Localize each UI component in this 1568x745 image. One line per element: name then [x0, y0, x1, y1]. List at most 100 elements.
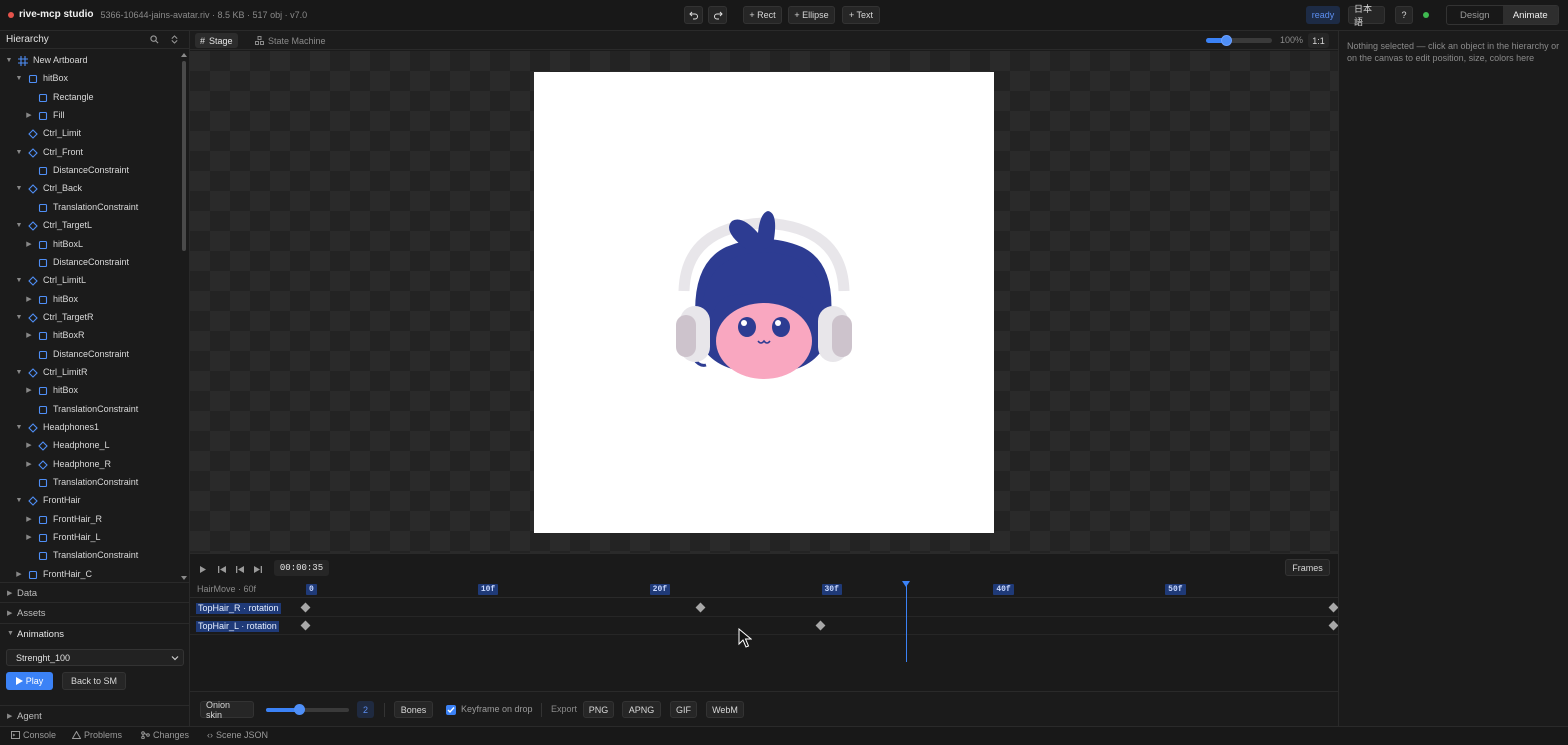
keyframe-diamond[interactable]	[1328, 620, 1338, 631]
chevron-down-icon[interactable]: ▼	[15, 424, 23, 432]
keyframe-diamond[interactable]	[300, 620, 310, 631]
chevron-down-icon[interactable]: ▼	[15, 149, 23, 157]
chevron-right-icon[interactable]: ▶	[25, 442, 33, 450]
tree-item[interactable]: ▼ Ctrl_LimitR	[0, 364, 178, 382]
tree-item[interactable]: ▶ FrontHair_R	[0, 511, 178, 529]
search-icon[interactable]	[150, 35, 159, 44]
playhead-line[interactable]	[906, 584, 908, 662]
tree-item[interactable]: ▶ FrontHair_C	[0, 566, 178, 582]
tree-item[interactable]: DistanceConstraint	[0, 162, 178, 180]
collapse-all-icon[interactable]	[170, 35, 179, 44]
tree-item[interactable]: ▶ Headphone_L	[0, 437, 178, 455]
track-label[interactable]: TopHair_R · rotation	[196, 603, 281, 614]
artboard[interactable]	[534, 72, 994, 533]
zoom-reset-button[interactable]: 1:1	[1308, 33, 1329, 48]
tree-item[interactable]: Ctrl_Limit	[0, 125, 178, 143]
tree-item[interactable]: ▼ Headphones1	[0, 419, 178, 437]
go-to-end-button[interactable]	[251, 562, 265, 576]
chevron-down-icon[interactable]: ▼	[15, 497, 23, 505]
timecode[interactable]: 00:00:35	[274, 560, 329, 576]
console-tab[interactable]: Console	[11, 730, 56, 740]
chevron-right-icon[interactable]: ▶	[25, 387, 33, 395]
scroll-down-icon[interactable]	[181, 576, 187, 581]
chevron-down-icon[interactable]: ▼	[15, 185, 23, 193]
tree-item[interactable]: TranslationConstraint	[0, 401, 178, 419]
scroll-up-icon[interactable]	[181, 52, 187, 57]
play-button[interactable]: Play	[6, 672, 53, 690]
keyframe-diamond[interactable]	[695, 602, 706, 613]
back-to-sm-button[interactable]: Back to SM	[62, 672, 126, 690]
avatar-illustration[interactable]	[676, 209, 852, 389]
tree-item[interactable]: ▼ Ctrl_TargetR	[0, 309, 178, 327]
export-apng-button[interactable]: APNG	[622, 701, 661, 718]
stage-canvas[interactable]	[190, 51, 1338, 553]
tree-item[interactable]: ▼ Ctrl_Back	[0, 180, 178, 198]
tree-item[interactable]: ▶ hitBox	[0, 382, 178, 400]
assets-section[interactable]: ▶ Assets	[0, 602, 190, 622]
timeline-track[interactable]: TopHair_R · rotation	[190, 599, 1338, 617]
chevron-right-icon[interactable]: ▶	[25, 534, 33, 542]
changes-tab[interactable]: Changes	[141, 730, 189, 740]
tree-item[interactable]: ▼ FrontHair	[0, 492, 178, 510]
scene-json-tab[interactable]: ‹› Scene JSON	[207, 730, 268, 740]
language-button[interactable]: 日本語	[1348, 4, 1385, 27]
tree-item[interactable]: ▼ hitBox	[0, 70, 178, 88]
timeline-track[interactable]: TopHair_L · rotation	[190, 617, 1338, 635]
onion-skin-button[interactable]: Onion skin	[200, 700, 254, 720]
track-label[interactable]: TopHair_L · rotation	[196, 621, 279, 632]
keyframe-diamond[interactable]	[300, 602, 310, 613]
timeline-play-button[interactable]	[196, 562, 210, 576]
hierarchy-scroll-thumb[interactable]	[182, 61, 186, 251]
tree-item[interactable]: ▼ New Artboard	[0, 52, 178, 70]
chevron-right-icon[interactable]: ▶	[25, 296, 33, 304]
tree-item[interactable]: ▶ hitBox	[0, 291, 178, 309]
zoom-slider[interactable]	[1206, 35, 1272, 46]
undo-button[interactable]	[684, 6, 703, 24]
zoom-slider-knob[interactable]	[1220, 35, 1232, 46]
tree-item[interactable]: ▼ Ctrl_TargetL	[0, 217, 178, 235]
tab-state-machine[interactable]: State Machine	[250, 33, 331, 48]
add-rect-button[interactable]: + Rect	[743, 6, 782, 24]
chevron-down-icon[interactable]: ▼	[15, 277, 23, 285]
tree-item[interactable]: TranslationConstraint	[0, 474, 178, 492]
tree-item[interactable]: ▶ FrontHair_L	[0, 529, 178, 547]
help-button[interactable]: ?	[1395, 6, 1413, 24]
chevron-right-icon[interactable]: ▶	[15, 571, 23, 579]
export-png-button[interactable]: PNG	[583, 701, 614, 718]
chevron-down-icon[interactable]: ▼	[5, 57, 13, 65]
previous-frame-button[interactable]	[233, 562, 247, 576]
tree-item[interactable]: ▼ Ctrl_Front	[0, 144, 178, 162]
chevron-right-icon[interactable]: ▶	[25, 112, 33, 120]
data-section[interactable]: ▶ Data	[0, 582, 190, 602]
frames-toggle-button[interactable]: Frames	[1285, 559, 1330, 576]
mode-design-tab[interactable]: Design	[1447, 6, 1503, 24]
export-webm-button[interactable]: WebM	[706, 701, 744, 718]
add-text-button[interactable]: + Text	[842, 6, 880, 24]
chevron-down-icon[interactable]: ▼	[15, 314, 23, 322]
mode-animate-tab[interactable]: Animate	[1502, 6, 1558, 24]
animation-select[interactable]: Strenght_100	[6, 649, 184, 666]
tree-item[interactable]: ▼ Ctrl_LimitL	[0, 272, 178, 290]
onion-skin-slider[interactable]	[266, 704, 349, 715]
chevron-right-icon[interactable]: ▶	[25, 241, 33, 249]
bones-button[interactable]: Bones	[394, 701, 433, 718]
agent-section[interactable]: ▶ Agent	[0, 705, 190, 725]
tab-stage[interactable]: # Stage	[195, 33, 238, 48]
export-gif-button[interactable]: GIF	[670, 701, 697, 718]
tree-item[interactable]: DistanceConstraint	[0, 346, 178, 364]
onion-slider-knob[interactable]	[294, 704, 306, 715]
tree-item[interactable]: ▶ Fill	[0, 107, 178, 125]
tree-item[interactable]: ▶ hitBoxR	[0, 327, 178, 345]
chevron-right-icon[interactable]: ▶	[25, 332, 33, 340]
tree-item[interactable]: TranslationConstraint	[0, 199, 178, 217]
chevron-right-icon[interactable]: ▶	[25, 516, 33, 524]
add-ellipse-button[interactable]: + Ellipse	[788, 6, 835, 24]
keyframe-diamond[interactable]	[815, 620, 826, 631]
tree-item[interactable]: ▶ Headphone_R	[0, 456, 178, 474]
animations-section[interactable]: ▼ Animations	[0, 623, 190, 643]
timeline-ruler[interactable]: HairMove · 60f 0 10f 20f 30f 40f 50f	[190, 581, 1338, 598]
chevron-down-icon[interactable]: ▼	[15, 75, 23, 83]
problems-tab[interactable]: Problems	[72, 730, 122, 740]
go-to-start-button[interactable]	[215, 562, 229, 576]
redo-button[interactable]	[708, 6, 727, 24]
